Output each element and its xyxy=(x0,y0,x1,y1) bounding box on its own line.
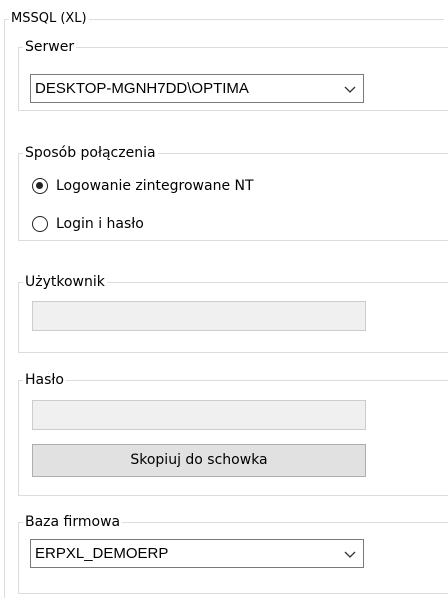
mssql-group-title: MSSQL (XL) xyxy=(11,11,87,26)
radio-label-login-password: Login i hasło xyxy=(56,216,144,232)
chevron-down-icon[interactable] xyxy=(343,82,357,96)
chevron-down-icon[interactable] xyxy=(343,547,357,561)
radio-button-unchecked[interactable] xyxy=(32,216,48,232)
company-database-select[interactable]: ERPXL_DEMOERP xyxy=(30,539,364,568)
radio-button-checked[interactable] xyxy=(32,178,48,194)
radio-option-integrated-nt[interactable]: Logowanie zintegrowane NT xyxy=(32,176,254,196)
password-group: Hasło xyxy=(18,372,448,496)
server-group-label: Serwer xyxy=(25,39,75,55)
radio-option-login-password[interactable]: Login i hasło xyxy=(32,214,144,234)
password-input[interactable] xyxy=(32,400,366,430)
company-database-value: ERPXL_DEMOERP xyxy=(35,545,169,562)
server-select-value: DESKTOP-MGNH7DD\OPTIMA xyxy=(35,80,249,97)
radio-label-integrated-nt: Logowanie zintegrowane NT xyxy=(56,178,254,194)
connection-settings-panel: MSSQL (XL) Serwer DESKTOP-MGNH7DD\OPTIMA… xyxy=(0,0,448,598)
user-input[interactable] xyxy=(32,301,366,331)
user-group-label: Użytkownik xyxy=(25,274,105,290)
server-select[interactable]: DESKTOP-MGNH7DD\OPTIMA xyxy=(30,74,364,103)
connection-method-label: Sposób połączenia xyxy=(25,145,156,161)
copy-to-clipboard-button[interactable]: Skopiuj do schowka xyxy=(32,444,366,477)
company-database-label: Baza firmowa xyxy=(25,514,121,530)
password-group-label: Hasło xyxy=(25,372,64,388)
